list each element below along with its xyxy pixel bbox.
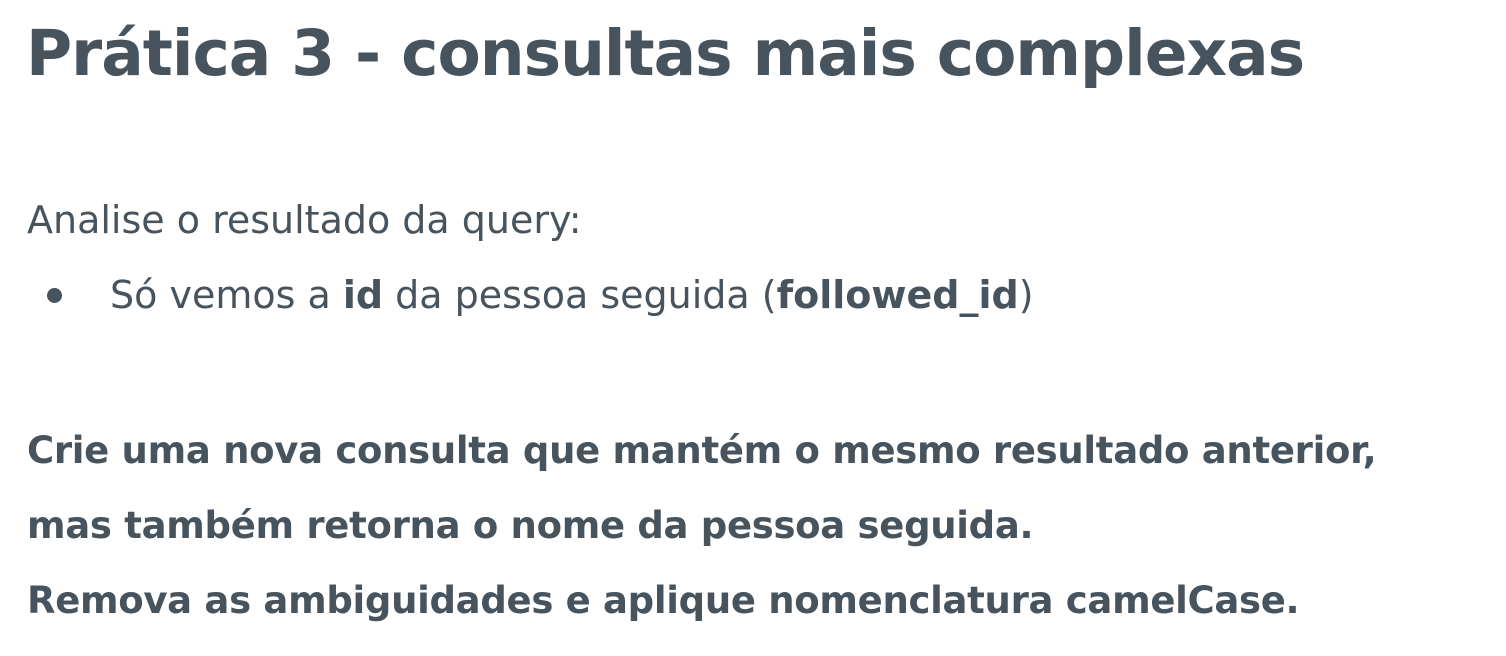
bullet-item: Só vemos a id da pessoa seguida (followe… (27, 267, 1034, 323)
task-line: mas também retorna o nome da pessoa segu… (27, 504, 1034, 547)
intro-text: Analise o resultado da query: (27, 198, 582, 242)
slide-title: Prática 3 - consultas mais complexas (26, 17, 1305, 90)
task-line: Crie uma nova consulta que mantém o mesm… (27, 429, 1377, 472)
bullet-text-before: Só vemos a (110, 273, 343, 317)
task-instructions: Crie uma nova consulta que mantém o mesm… (27, 413, 1497, 638)
bullet-dot-icon (47, 288, 62, 303)
bullet-list: Só vemos a id da pessoa seguida (followe… (27, 267, 1034, 323)
bullet-bold-id: id (342, 273, 384, 317)
slide: Prática 3 - consultas mais complexas Ana… (0, 0, 1506, 656)
bullet-text-after: ) (1018, 273, 1034, 317)
task-line: Remova as ambiguidades e aplique nomencl… (27, 579, 1300, 622)
bullet-bold-followed-id: followed_id (776, 273, 1019, 317)
bullet-text-middle: da pessoa seguida ( (383, 273, 777, 317)
